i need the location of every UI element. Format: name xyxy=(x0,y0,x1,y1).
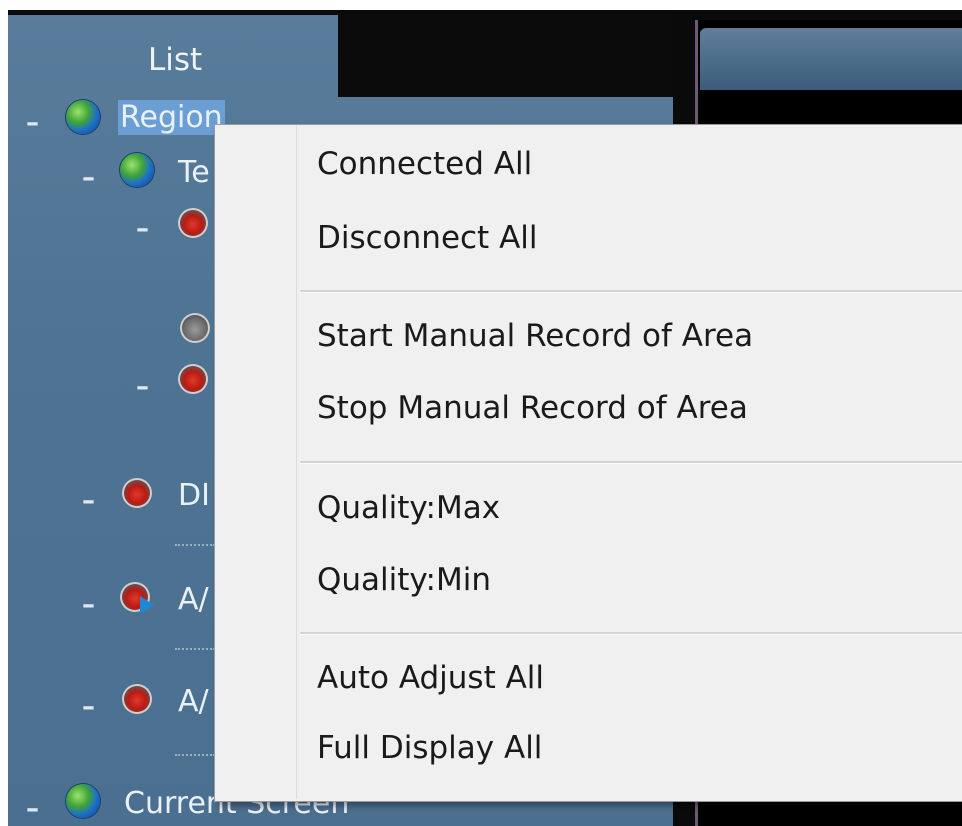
menu-item-start-manual-record[interactable]: Start Manual Record of Area xyxy=(317,318,753,354)
tree-item-device[interactable]: A/ xyxy=(178,582,209,617)
tree-divider xyxy=(175,754,215,756)
menu-item-quality-max[interactable]: Quality:Max xyxy=(317,490,500,526)
menu-separator xyxy=(300,632,962,635)
video-title-bar xyxy=(700,28,962,90)
menu-item-quality-min[interactable]: Quality:Min xyxy=(317,562,491,598)
menu-separator xyxy=(300,290,962,293)
collapse-toggle[interactable]: – xyxy=(26,794,39,824)
menu-item-full-display-all[interactable]: Full Display All xyxy=(317,730,542,766)
collapse-toggle[interactable]: – xyxy=(82,590,95,620)
globe-icon xyxy=(66,100,100,134)
camera-icon xyxy=(178,364,208,394)
camera-play-icon xyxy=(120,582,154,614)
menu-separator xyxy=(300,461,962,464)
collapse-toggle[interactable]: – xyxy=(26,108,39,138)
globe-icon xyxy=(120,153,154,187)
camera-icon xyxy=(122,684,152,714)
camera-offline-icon xyxy=(180,313,210,343)
menu-item-auto-adjust-all[interactable]: Auto Adjust All xyxy=(317,660,544,696)
collapse-toggle[interactable]: – xyxy=(136,214,149,244)
collapse-toggle[interactable]: – xyxy=(136,372,149,402)
menu-item-connected-all[interactable]: Connected All xyxy=(317,146,532,182)
camera-icon xyxy=(178,208,208,238)
camera-icon xyxy=(122,478,152,508)
collapse-toggle[interactable]: – xyxy=(82,692,95,722)
tree-item-region[interactable]: Region xyxy=(118,100,225,135)
globe-icon xyxy=(66,784,100,818)
tree-item-group[interactable]: Te xyxy=(178,155,210,190)
menu-icon-gutter xyxy=(296,125,297,799)
tree-item-device[interactable]: DI xyxy=(178,478,210,513)
tree-item-device[interactable]: A/ xyxy=(178,684,209,719)
tree-divider xyxy=(175,544,215,546)
panel-header-background xyxy=(338,15,673,97)
collapse-toggle[interactable]: – xyxy=(82,486,95,516)
tree-divider xyxy=(175,648,215,650)
menu-item-disconnect-all[interactable]: Disconnect All xyxy=(317,220,538,256)
collapse-toggle[interactable]: – xyxy=(82,163,95,193)
panel-title: List xyxy=(148,42,203,78)
menu-item-stop-manual-record[interactable]: Stop Manual Record of Area xyxy=(317,390,748,426)
